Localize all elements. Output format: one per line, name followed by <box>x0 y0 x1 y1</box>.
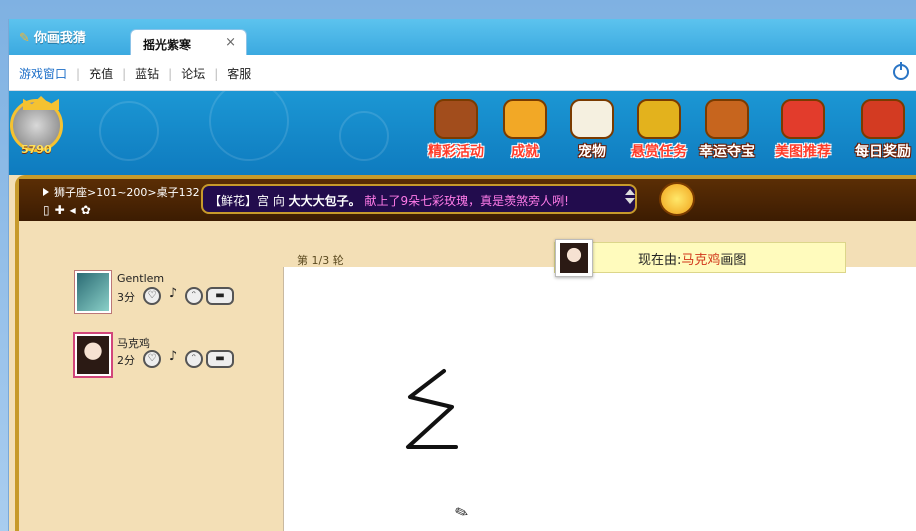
player-tools: ♡ ♪ ᵔ ▬ <box>143 287 234 305</box>
message-scroll[interactable] <box>623 186 637 212</box>
menu-lucky[interactable]: 幸运夺宝 <box>687 99 767 165</box>
app-title: ✎ 你画我猜 <box>19 27 86 46</box>
drawer-name: 马克鸡 <box>681 253 721 268</box>
player-row[interactable]: Gentlem 3分 ♡ ♪ ᵔ ▬ <box>75 271 255 315</box>
bear-event-icon <box>434 99 478 139</box>
menu-daily[interactable]: 每日奖励 <box>847 99 916 165</box>
menu-pet-label: 宠物 <box>578 144 606 160</box>
app-title-text: 你画我猜 <box>33 31 86 46</box>
game-area: 5790 精彩活动 成就 宠物 悬赏任务 幸运夺宝 美图推荐 每日奖励 狮子座>… <box>9 91 916 531</box>
crown-icon <box>23 96 59 110</box>
avatar[interactable] <box>75 334 111 376</box>
player-name: 马克鸡 <box>117 337 150 350</box>
menu-achievement[interactable]: 成就 <box>490 99 560 165</box>
room-bar: 狮子座>101~200>桌子132 ▯ ✚ ◂ ✿ 【鲜花】宫 向 大大大包子。… <box>19 179 916 221</box>
drawing-strokes <box>406 369 458 449</box>
player-tools: ♡ ♪ ᵔ ▬ <box>143 350 234 368</box>
menu-pet[interactable]: 宠物 <box>557 99 627 165</box>
scroll-down-icon[interactable] <box>625 198 635 204</box>
message-target: 大大大包子。 <box>288 194 361 208</box>
nav-forum[interactable]: 论坛 <box>181 65 205 82</box>
nav-bar: 游戏窗口 | 充值 | 蓝钻 | 论坛 | 客服 <box>9 55 916 91</box>
current-drawer: 现在由:马克鸡画图 <box>554 242 846 273</box>
cat-face-icon[interactable]: ᵔ <box>185 350 203 368</box>
expand-icon[interactable] <box>43 188 49 196</box>
nav-game-window[interactable]: 游戏窗口 <box>19 65 67 82</box>
menu-event[interactable]: 精彩活动 <box>421 99 491 165</box>
tab-bar: ✎ 你画我猜 摇光紫寒 × <box>9 19 916 55</box>
drawer-suffix: 画图 <box>720 253 747 268</box>
message-text: 献上了9朵七彩玫瑰，真是羡煞旁人咧! <box>364 194 569 208</box>
heart-icon[interactable]: ♡ <box>143 287 161 305</box>
menu-achievement-label: 成就 <box>511 144 539 160</box>
nav-blue-diamond[interactable]: 蓝钻 <box>135 65 159 82</box>
player-score: 3分 <box>117 291 135 304</box>
drawer-avatar <box>555 239 593 277</box>
power-button[interactable] <box>893 62 916 83</box>
game-header: 5790 精彩活动 成就 宠物 悬赏任务 幸运夺宝 美图推荐 每日奖励 <box>9 91 916 175</box>
car-icon[interactable]: ▬ <box>206 350 234 368</box>
message-prefix: 【鲜花】宫 向 <box>209 194 285 208</box>
pet-icon <box>570 99 614 139</box>
document-icon[interactable]: ▯ <box>43 203 50 217</box>
picture-icon <box>781 99 825 139</box>
gold-task-icon <box>637 99 681 139</box>
player-name: Gentlem <box>117 272 165 285</box>
pencil-icon: ✎ <box>19 31 30 46</box>
arrow-left-icon[interactable]: ◂ <box>70 203 76 217</box>
treasure-icon <box>705 99 749 139</box>
heart-icon[interactable]: ♡ <box>143 350 161 368</box>
drawer-prefix: 现在由: <box>638 253 682 268</box>
menu-gallery-label: 美图推荐 <box>775 144 831 160</box>
power-icon <box>893 62 909 80</box>
gift-bag-icon <box>861 99 905 139</box>
player-row[interactable]: 马克鸡 2分 ♡ ♪ ᵔ ▬ <box>75 334 255 378</box>
menu-event-label: 精彩活动 <box>428 144 484 160</box>
menu-lucky-label: 幸运夺宝 <box>699 144 755 160</box>
drawing-canvas[interactable] <box>283 267 916 531</box>
room-path: 狮子座>101~200>桌子132 <box>43 184 200 200</box>
close-icon[interactable]: × <box>225 35 236 50</box>
room-icons: ▯ ✚ ◂ ✿ <box>43 203 91 217</box>
add-friend-icon[interactable]: ✚ <box>55 203 65 217</box>
app-window: ✎ 你画我猜 摇光紫寒 × 游戏窗口 | 充值 | 蓝钻 | 论坛 | 客服 5790 <box>8 19 916 531</box>
nav-links: 游戏窗口 | 充值 | 蓝钻 | 论坛 | 客服 <box>19 65 252 82</box>
player-score: 2分 <box>117 354 135 367</box>
tab-current[interactable]: 摇光紫寒 × <box>130 29 247 55</box>
broadcast-message: 【鲜花】宫 向 大大大包子。 献上了9朵七彩玫瑰，真是羡煞旁人咧! <box>201 184 637 214</box>
tab-label: 摇光紫寒 <box>143 38 192 52</box>
paw-icon[interactable]: ✿ <box>81 203 91 217</box>
scroll-up-icon[interactable] <box>625 189 635 195</box>
horn-icon[interactable] <box>659 182 695 216</box>
nav-support[interactable]: 客服 <box>227 65 251 82</box>
room-path-text: 狮子座>101~200>桌子132 <box>54 186 200 199</box>
avatar[interactable] <box>75 271 111 313</box>
nav-recharge[interactable]: 充值 <box>89 65 113 82</box>
menu-daily-label: 每日奖励 <box>855 144 911 160</box>
profile-level: 5790 <box>21 143 52 156</box>
trophy-icon <box>503 99 547 139</box>
cat-face-icon[interactable]: ᵔ <box>185 287 203 305</box>
menu-gallery[interactable]: 美图推荐 <box>763 99 843 165</box>
car-icon[interactable]: ▬ <box>206 287 234 305</box>
music-note-icon[interactable]: ♪ <box>164 350 182 368</box>
music-note-icon[interactable]: ♪ <box>164 287 182 305</box>
